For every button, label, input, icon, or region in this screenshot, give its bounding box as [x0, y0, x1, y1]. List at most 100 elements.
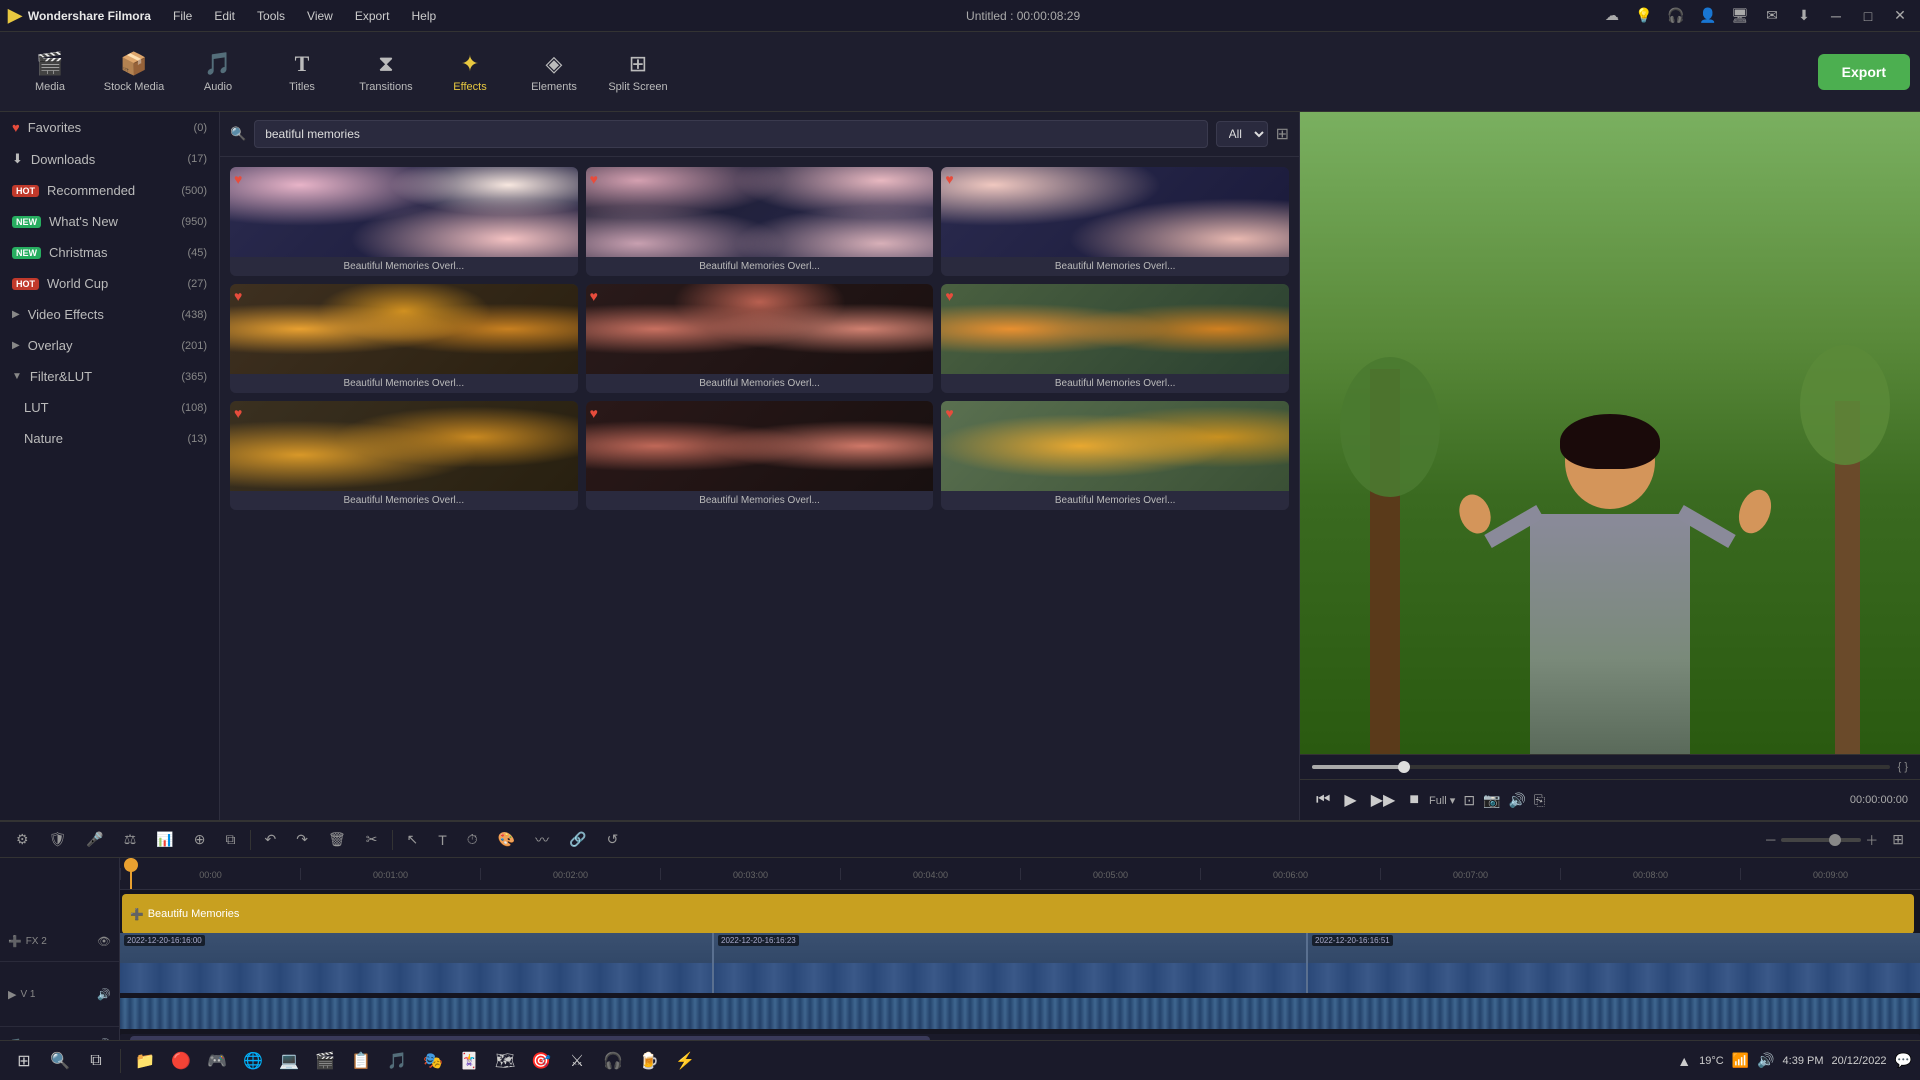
tool-stock-media[interactable]: 📦 Stock Media: [94, 37, 174, 107]
cut-button[interactable]: ✂: [360, 828, 384, 851]
sidebar-item-favorites[interactable]: ♥ Favorites (0): [0, 112, 219, 143]
app-icon-5[interactable]: 📋: [345, 1045, 377, 1077]
effect-card-2[interactable]: ♥ Beautiful Memories Overl...: [586, 167, 934, 276]
zoom-in-icon[interactable]: ＋: [1865, 830, 1878, 849]
maximize-button[interactable]: □: [1856, 4, 1880, 28]
effect-card-5[interactable]: ♥ Beautiful Memories Overl...: [586, 284, 934, 393]
app-icon-7[interactable]: 🎭: [417, 1045, 449, 1077]
close-button[interactable]: ✕: [1888, 4, 1912, 28]
effect-card-3[interactable]: ♥ Beautiful Memories Overl...: [941, 167, 1289, 276]
sidebar-item-video-effects[interactable]: ▶ Video Effects (438): [0, 299, 219, 330]
snap-button[interactable]: ⊞: [1886, 828, 1910, 851]
app-icon-11[interactable]: ⚔: [561, 1045, 593, 1077]
grid-view-icon[interactable]: ⊞: [1276, 124, 1289, 144]
search-input[interactable]: [254, 120, 1207, 148]
menu-view[interactable]: View: [297, 7, 343, 25]
effect-card-9[interactable]: ♥ Beautiful Memories Overl...: [941, 401, 1289, 510]
tool-transitions[interactable]: ⧗ Transitions: [346, 37, 426, 107]
video-clip-1[interactable]: 2022-12-20-16:16:00: [120, 933, 714, 993]
sidebar-item-lut[interactable]: LUT (108): [0, 392, 219, 423]
stop-button[interactable]: ■: [1405, 787, 1423, 813]
skip-back-button[interactable]: ⏮: [1312, 787, 1334, 813]
menu-export[interactable]: Export: [345, 7, 400, 25]
notifications-icon[interactable]: 💬: [1895, 1052, 1912, 1069]
cursor-button[interactable]: ↖: [401, 828, 425, 851]
video-clip-2[interactable]: 2022-12-20-16:16:23: [714, 933, 1308, 993]
rotate-button[interactable]: ↺: [601, 828, 625, 851]
effect-card-7[interactable]: ♥ Beautiful Memories Overl...: [230, 401, 578, 510]
app-icon-9[interactable]: 🗺: [489, 1045, 521, 1077]
menu-edit[interactable]: Edit: [204, 7, 245, 25]
effect-card-4[interactable]: ♥ Beautiful Memories Overl...: [230, 284, 578, 393]
wave-button[interactable]: 〰: [529, 827, 555, 853]
tool-split-screen[interactable]: ⊞ Split Screen: [598, 37, 678, 107]
tool-audio[interactable]: 🎵 Audio: [178, 37, 258, 107]
video-track[interactable]: 2022-12-20-16:16:00 2022-12-20-16:16:23 …: [120, 933, 1920, 993]
adjust-button[interactable]: ⚖: [118, 828, 143, 851]
app-icon-4[interactable]: 🎬: [309, 1045, 341, 1077]
audio-track[interactable]: [120, 998, 1920, 1029]
redo-button[interactable]: ↷: [290, 828, 314, 851]
speed-button[interactable]: ⏱: [461, 828, 484, 851]
add-button[interactable]: ⊕: [188, 828, 212, 851]
track-speaker-icon[interactable]: 🔊: [97, 988, 111, 1001]
zoom-slider[interactable]: [1781, 838, 1861, 842]
sidebar-item-recommended[interactable]: HOT Recommended (500): [0, 175, 219, 206]
minimize-button[interactable]: ─: [1824, 4, 1848, 28]
app-icon-14[interactable]: ⚡: [669, 1045, 701, 1077]
taskview-icon[interactable]: ⧉: [80, 1045, 112, 1077]
magnet-button[interactable]: 🔗: [563, 828, 592, 851]
track-lock-icon[interactable]: 👁: [97, 935, 111, 948]
audio-meter-button[interactable]: 📊: [150, 828, 179, 851]
network-icon[interactable]: ▲: [1677, 1053, 1691, 1069]
app-icon-1[interactable]: 🔴: [165, 1045, 197, 1077]
mail-icon[interactable]: ✉: [1760, 4, 1784, 28]
cloud-icon[interactable]: ☁: [1600, 4, 1624, 28]
screenshot-icon[interactable]: 📷: [1483, 792, 1500, 809]
skip-forward-button[interactable]: ▶▶: [1367, 786, 1400, 814]
shield-button[interactable]: 🛡: [43, 828, 73, 851]
fx-track[interactable]: ➕ Beautifu Memories: [122, 894, 1914, 934]
search-taskbar-icon[interactable]: 🔍: [44, 1045, 76, 1077]
monitor-icon[interactable]: 🖥: [1728, 4, 1752, 28]
progress-bar[interactable]: [1312, 765, 1890, 769]
zoom-out-icon[interactable]: －: [1764, 830, 1777, 849]
tool-elements[interactable]: ◈ Elements: [514, 37, 594, 107]
app-icon-2[interactable]: 🎮: [201, 1045, 233, 1077]
app-icon-10[interactable]: 🎯: [525, 1045, 557, 1077]
sidebar-item-nature[interactable]: Nature (13): [0, 423, 219, 454]
wifi-icon[interactable]: 📶: [1732, 1052, 1749, 1069]
undo-button[interactable]: ↶: [259, 828, 283, 851]
tool-effects[interactable]: ✦ Effects: [430, 37, 510, 107]
menu-file[interactable]: File: [163, 7, 202, 25]
menu-tools[interactable]: Tools: [247, 7, 295, 25]
settings-button[interactable]: ⚙: [10, 828, 35, 851]
chrome-icon[interactable]: 🌐: [237, 1045, 269, 1077]
color-button[interactable]: 🎨: [492, 828, 521, 851]
mic-button[interactable]: 🎤: [80, 828, 109, 851]
sidebar-item-world-cup[interactable]: HOT World Cup (27): [0, 268, 219, 299]
tool-titles[interactable]: T Titles: [262, 37, 342, 107]
speaker-icon[interactable]: 🔊: [1508, 792, 1525, 809]
share-icon[interactable]: ⎘: [1534, 792, 1545, 809]
playhead-handle[interactable]: [124, 858, 138, 872]
app-icon-8[interactable]: 🃏: [453, 1045, 485, 1077]
menu-help[interactable]: Help: [402, 7, 447, 25]
sidebar-item-filter-lut[interactable]: ▼ Filter&LUT (365): [0, 361, 219, 392]
app-icon-12[interactable]: 🎧: [597, 1045, 629, 1077]
video-clip-3[interactable]: 2022-12-20-16:16:51: [1308, 933, 1920, 993]
connect-button[interactable]: ⧉: [220, 828, 242, 851]
tool-media[interactable]: 🎬 Media: [10, 37, 90, 107]
sidebar-item-overlay[interactable]: ▶ Overlay (201): [0, 330, 219, 361]
sidebar-item-whats-new[interactable]: NEW What's New (950): [0, 206, 219, 237]
bulb-icon[interactable]: 💡: [1632, 4, 1656, 28]
play-button[interactable]: ▶: [1340, 786, 1360, 814]
export-button[interactable]: Export: [1818, 54, 1910, 90]
delete-button[interactable]: 🗑: [322, 828, 352, 851]
app-icon-13[interactable]: 🍺: [633, 1045, 665, 1077]
sidebar-item-christmas[interactable]: NEW Christmas (45): [0, 237, 219, 268]
fit-screen-icon[interactable]: ⊡: [1463, 792, 1475, 809]
explorer-icon[interactable]: 📁: [129, 1045, 161, 1077]
sound-icon[interactable]: 🔊: [1757, 1052, 1774, 1069]
effect-card-8[interactable]: ♥ Beautiful Memories Overl...: [586, 401, 934, 510]
